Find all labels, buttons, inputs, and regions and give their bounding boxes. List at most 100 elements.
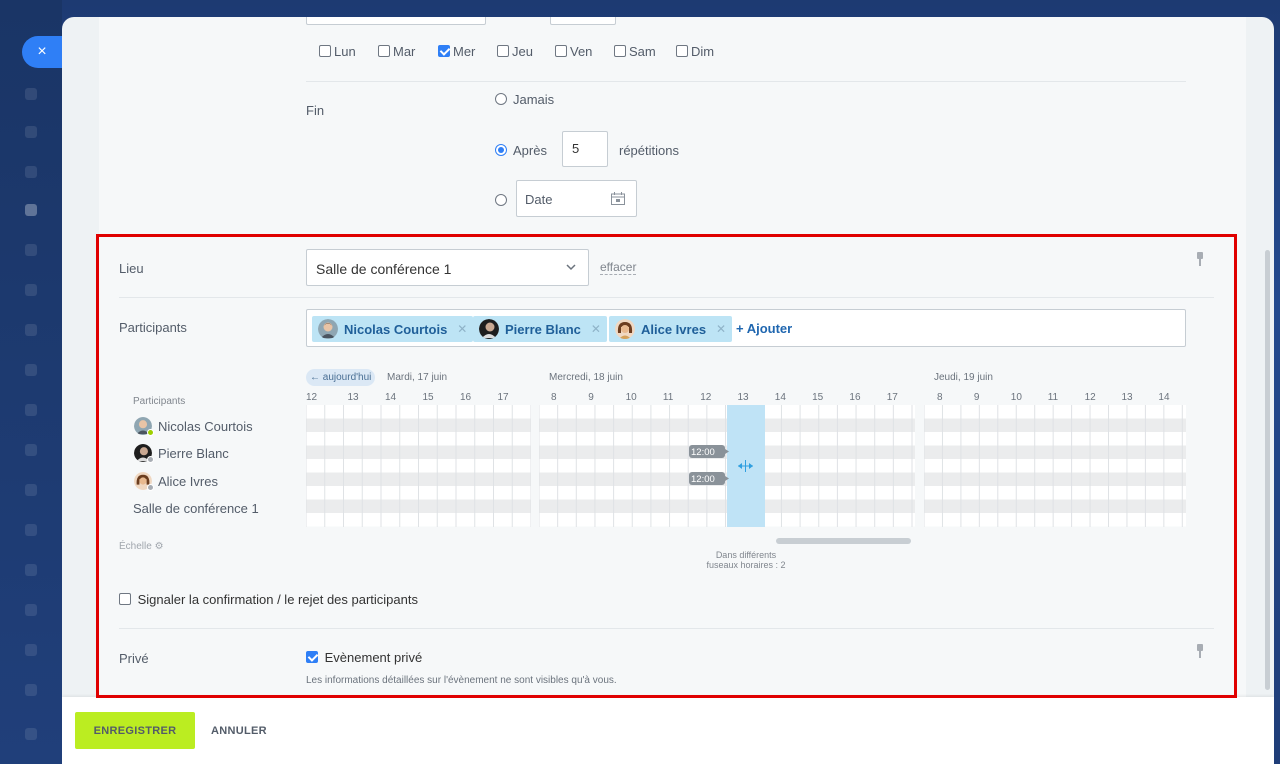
pin-icon[interactable] xyxy=(1195,252,1205,266)
interval-input[interactable] xyxy=(306,17,486,25)
menu-icon[interactable] xyxy=(25,166,37,178)
hour-tick: 9 xyxy=(588,392,594,403)
menu-icon[interactable] xyxy=(25,284,37,296)
clear-location-link[interactable]: effacer xyxy=(600,260,637,275)
hour-tick: 13 xyxy=(1121,392,1133,403)
weekday-mar[interactable]: Mar xyxy=(378,44,438,59)
weekday-checkbox[interactable] xyxy=(555,45,567,57)
weekday-checkbox[interactable] xyxy=(319,45,331,57)
weekday-jeu[interactable]: Jeu xyxy=(497,44,555,59)
hour-tick: 16 xyxy=(849,392,861,403)
menu-icon[interactable] xyxy=(25,324,37,336)
menu-icon[interactable] xyxy=(25,244,37,256)
day-label: Jeudi, 19 juin xyxy=(934,372,993,383)
cancel-button[interactable]: ANNULER xyxy=(211,712,267,749)
menu-icon[interactable] xyxy=(25,364,37,376)
remove-tag-icon[interactable]: ✕ xyxy=(591,322,601,336)
avatar xyxy=(615,319,635,339)
planner-row-label: Pierre Blanc xyxy=(158,446,229,461)
weekday-checkbox[interactable] xyxy=(438,45,450,57)
weekday-checkbox[interactable] xyxy=(614,45,626,57)
end-label: Fin xyxy=(306,103,325,118)
menu-icon[interactable] xyxy=(25,484,37,496)
availability-grid[interactable] xyxy=(306,405,1186,527)
hour-tick: 17 xyxy=(497,392,509,403)
notify-option[interactable]: Signaler la confirmation / le rejet des … xyxy=(119,592,418,607)
weekday-checkbox[interactable] xyxy=(378,45,390,57)
calendar-icon[interactable] xyxy=(611,192,625,205)
divider xyxy=(119,628,1214,629)
remove-tag-icon[interactable]: ✕ xyxy=(457,322,467,336)
participant-tag: Pierre Blanc ✕ xyxy=(473,316,607,342)
hour-tick: 16 xyxy=(460,392,472,403)
menu-icon[interactable] xyxy=(25,604,37,616)
hour-tick: 12 xyxy=(700,392,712,403)
timezones-note: Dans différents fuseaux horaires : 2 xyxy=(706,550,786,570)
weekday-lun[interactable]: Lun xyxy=(319,44,378,59)
scale-control[interactable]: Échelle ⚙ xyxy=(119,541,164,552)
menu-icon[interactable] xyxy=(25,524,37,536)
end-date-option[interactable] xyxy=(495,193,513,208)
status-dot xyxy=(147,429,154,436)
planner-row-label: Salle de conférence 1 xyxy=(133,501,259,516)
hour-tick: 14 xyxy=(774,392,786,403)
repetitions-input[interactable]: 5 xyxy=(562,131,608,167)
menu-icon[interactable] xyxy=(25,684,37,696)
participants-input[interactable]: Nicolas Courtois ✕ Pierre Blanc ✕ Alice Iv… xyxy=(306,309,1186,347)
hour-tick: 11 xyxy=(662,392,674,403)
private-hint: Les informations détaillées sur l'évènem… xyxy=(306,675,617,686)
today-button[interactable]: ← aujourd'hui xyxy=(306,369,376,386)
participant-tag: Nicolas Courtois ✕ xyxy=(312,316,474,342)
radio-after[interactable] xyxy=(495,144,507,156)
app-sidebar xyxy=(0,0,62,764)
location-select[interactable]: Salle de conférence 1 xyxy=(306,249,589,286)
weekday-ven[interactable]: Ven xyxy=(555,44,614,59)
menu-icon[interactable] xyxy=(25,728,37,740)
menu-icon[interactable] xyxy=(25,88,37,100)
private-checkbox[interactable] xyxy=(306,651,318,663)
repetitions-unit: répétitions xyxy=(619,143,679,158)
remove-tag-icon[interactable]: ✕ xyxy=(716,322,726,336)
pin-icon[interactable] xyxy=(1195,644,1205,658)
private-option[interactable]: Evènement privé xyxy=(306,650,422,665)
weekday-checkbox[interactable] xyxy=(676,45,688,57)
hour-tick: 8 xyxy=(551,392,557,403)
busy-time-label: 12:00 xyxy=(691,447,715,458)
menu-icon[interactable] xyxy=(25,564,37,576)
location-label: Lieu xyxy=(119,261,144,276)
event-slider-panel: Lun Mar Mer Jeu Ven Sam Dim Fin Jamais A… xyxy=(62,17,1274,764)
chevron-down-icon xyxy=(566,264,576,271)
status-dot xyxy=(147,456,154,463)
weekday-dim[interactable]: Dim xyxy=(676,44,736,59)
participant-tag: Alice Ivres ✕ xyxy=(609,316,733,342)
menu-icon[interactable] xyxy=(25,126,37,138)
menu-icon[interactable] xyxy=(25,444,37,456)
hour-tick: 14 xyxy=(385,392,397,403)
repeat-unit-select[interactable] xyxy=(550,17,616,25)
end-after-option[interactable]: Après xyxy=(495,143,547,158)
end-date-input[interactable]: Date xyxy=(516,180,637,217)
radio-never[interactable] xyxy=(495,93,507,105)
save-button[interactable]: ENREGISTRER xyxy=(75,712,195,749)
hour-tick: 15 xyxy=(812,392,824,403)
weekday-checkbox[interactable] xyxy=(497,45,509,57)
add-participant-link[interactable]: + Ajouter xyxy=(736,321,792,336)
menu-icon[interactable] xyxy=(25,204,37,216)
participants-label: Participants xyxy=(119,320,187,335)
avatar xyxy=(318,319,338,339)
end-never-option[interactable]: Jamais xyxy=(495,92,554,107)
weekday-sam[interactable]: Sam xyxy=(614,44,676,59)
menu-icon[interactable] xyxy=(25,644,37,656)
radio-date[interactable] xyxy=(495,194,507,206)
panel-scrollbar[interactable] xyxy=(1265,250,1270,690)
notify-checkbox[interactable] xyxy=(119,593,131,605)
close-icon: × xyxy=(37,43,47,60)
hour-tick: 9 xyxy=(973,392,980,403)
gear-icon[interactable]: ⚙ xyxy=(155,541,164,552)
weekday-mer[interactable]: Mer xyxy=(438,44,497,59)
hour-tick: 14 xyxy=(1158,392,1170,403)
menu-icon[interactable] xyxy=(25,404,37,416)
timeline-scrollbar[interactable] xyxy=(776,538,911,544)
close-button[interactable]: × xyxy=(22,36,62,68)
avatar xyxy=(479,319,499,339)
